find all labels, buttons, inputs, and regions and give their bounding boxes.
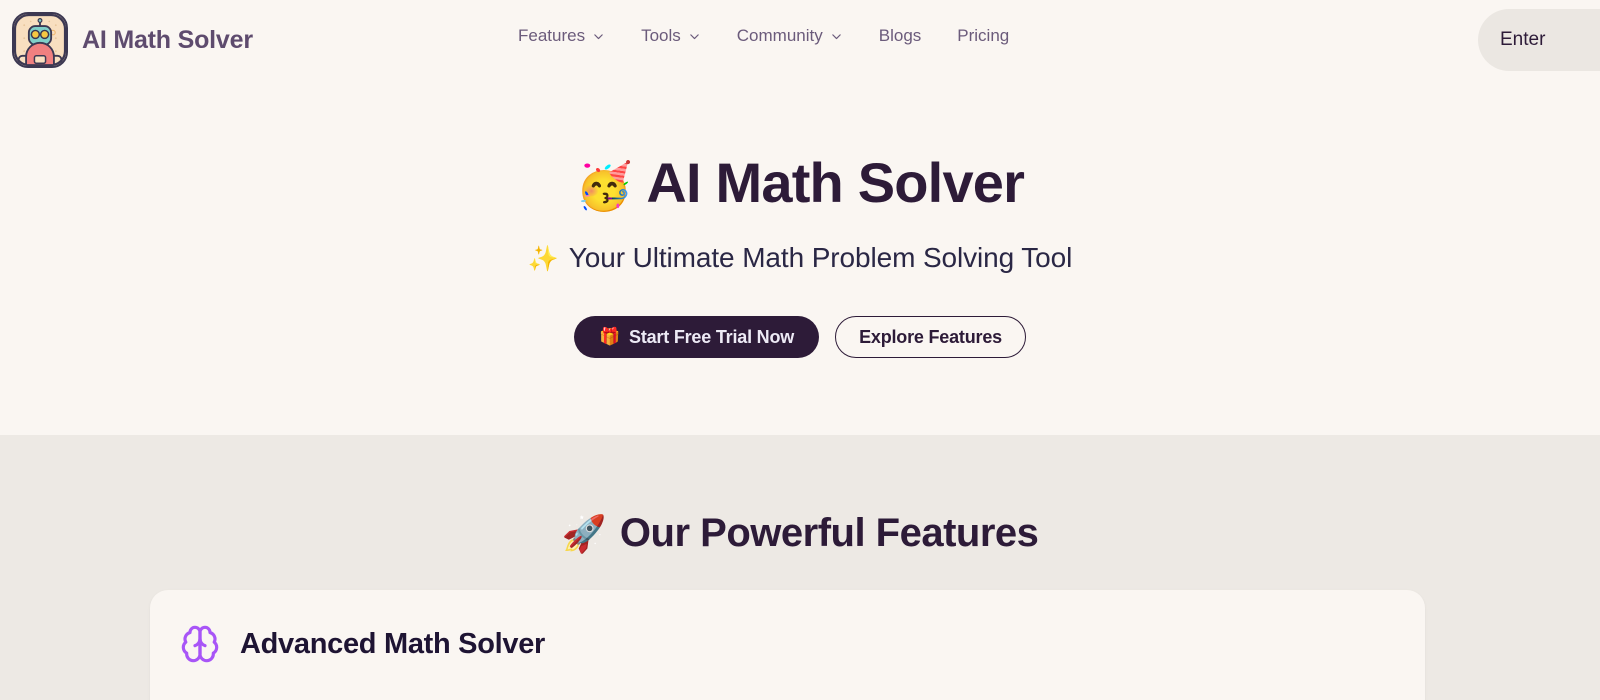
nav-item-tools[interactable]: Tools xyxy=(641,26,723,46)
feature-card[interactable]: Advanced Math Solver xyxy=(150,590,1425,700)
rocket-emoji-icon: 🚀 xyxy=(561,513,607,554)
enter-button[interactable]: Enter xyxy=(1478,9,1600,71)
features-heading-text: Our Powerful Features xyxy=(619,511,1039,555)
chevron-down-icon xyxy=(831,33,841,39)
sparkles-emoji-icon: ✨ xyxy=(527,245,559,273)
hero-subtitle-text: Your Ultimate Math Problem Solving Tool xyxy=(568,242,1073,273)
start-free-trial-button[interactable]: 🎁 Start Free Trial Now xyxy=(574,316,820,358)
nav-item-community[interactable]: Community xyxy=(737,26,865,46)
main-navigation: Features Tools Community Blogs Pricing xyxy=(518,26,1009,46)
hero-section: 🥳 AI Math Solver ✨ Your Ultimate Math Prob… xyxy=(0,82,1600,435)
brain-icon xyxy=(181,625,219,663)
page-title-text: AI Math Solver xyxy=(646,151,1025,214)
feature-card-title: Advanced Math Solver xyxy=(240,628,546,660)
nav-label-community: Community xyxy=(736,26,823,45)
robot-avatar-icon xyxy=(12,12,68,68)
nav-label-blogs: Blogs xyxy=(878,26,922,45)
nav-item-features[interactable]: Features xyxy=(518,26,627,46)
nav-item-blogs[interactable]: Blogs xyxy=(879,26,944,46)
explore-features-button[interactable]: Explore Features xyxy=(835,316,1026,358)
site-header: AI Math Solver Features Tools Community xyxy=(0,0,1600,82)
nav-label-features: Features xyxy=(518,26,586,45)
nav-label-pricing: Pricing xyxy=(957,26,1010,45)
gift-emoji-icon: 🎁 xyxy=(599,327,621,346)
landing-page: AI Math Solver Features Tools Community xyxy=(0,0,1600,700)
brand-name: AI Math Solver xyxy=(82,25,253,54)
nav-item-pricing[interactable]: Pricing xyxy=(957,26,1009,46)
chevron-down-icon xyxy=(594,33,603,39)
brand-logo-link[interactable]: AI Math Solver xyxy=(12,12,253,68)
hero-subtitle: ✨ Your Ultimate Math Problem Solving Tool xyxy=(0,242,1600,274)
features-section: 🚀 Our Powerful Features Advanced Math Sol… xyxy=(0,435,1600,700)
nav-label-tools: Tools xyxy=(641,26,681,45)
page-title: 🥳 AI Math Solver xyxy=(0,155,1600,211)
hero-actions: 🎁 Start Free Trial Now Explore Features xyxy=(0,316,1600,358)
start-free-trial-label: Start Free Trial Now xyxy=(629,326,795,347)
chevron-down-icon xyxy=(690,33,699,39)
partying-face-emoji-icon: 🥳 xyxy=(575,160,633,212)
features-heading: 🚀 Our Powerful Features xyxy=(0,511,1600,556)
